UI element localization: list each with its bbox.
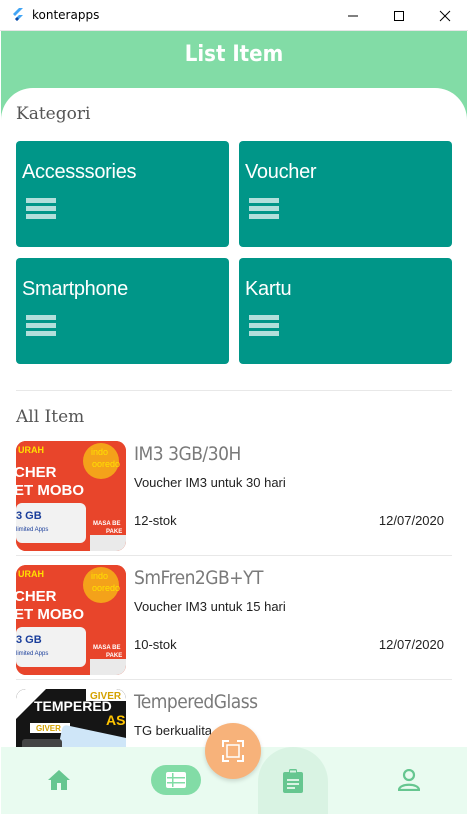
person-icon: [398, 769, 420, 791]
svg-text:limited Apps: limited Apps: [16, 527, 48, 533]
close-button[interactable]: [422, 0, 468, 31]
table-icon: [166, 772, 186, 788]
category-section-title: Kategori: [16, 104, 91, 124]
close-icon: [439, 10, 451, 21]
svg-text:ooredo: ooredo: [92, 583, 120, 593]
svg-text:indo: indo: [91, 447, 108, 457]
svg-text:MASA BE: MASA BE: [93, 521, 120, 527]
app-body: List Item Kategori Accesssories Voucher …: [1, 31, 467, 814]
window-titlebar: konterapps: [0, 0, 468, 31]
minimize-button[interactable]: [330, 0, 376, 31]
category-label: Kartu: [245, 278, 292, 300]
scan-fab-button[interactable]: [205, 723, 261, 779]
nav-list[interactable]: [151, 765, 201, 795]
nav-home[interactable]: [45, 767, 73, 793]
minimize-icon: [348, 15, 358, 16]
item-description: Voucher IM3 untuk 30 hari: [134, 475, 286, 490]
category-card-kartu[interactable]: Kartu: [239, 258, 452, 364]
svg-text:3 GB: 3 GB: [16, 634, 42, 646]
item-name: IM3 3GB/30H: [134, 443, 241, 465]
item-stock: 12-stok: [134, 513, 177, 528]
item-description: TG berkualita: [134, 723, 213, 738]
list-icon: [249, 315, 279, 339]
page-title: List Item: [184, 42, 284, 67]
svg-text:PAKE: PAKE: [106, 529, 122, 535]
window-title: konterapps: [32, 8, 100, 22]
clipboard-icon: [283, 768, 303, 793]
category-card-voucher[interactable]: Voucher: [239, 141, 452, 247]
nav-profile[interactable]: [395, 767, 423, 793]
maximize-icon: [394, 10, 404, 21]
list-icon: [26, 315, 56, 339]
svg-text:limited Apps: limited Apps: [16, 651, 48, 657]
flutter-logo-icon: [13, 8, 23, 21]
category-label: Smartphone: [22, 278, 128, 300]
product-image: URAH indo ooredo CHER ET MOBO 3 GB limit…: [16, 441, 126, 551]
svg-text:TEMPERED: TEMPERED: [34, 698, 112, 714]
scan-frame-icon: [222, 740, 244, 762]
item-date: 12/07/2020: [378, 637, 444, 652]
content-sheet[interactable]: Kategori Accesssories Voucher Smartphone…: [1, 88, 467, 799]
all-items-section-title: All Item: [16, 407, 85, 427]
list-item[interactable]: URAH indo ooredo CHER ET MOBO 3 GB limit…: [16, 565, 452, 679]
maximize-button[interactable]: [376, 0, 422, 31]
svg-text:ASS: ASS: [106, 712, 126, 728]
item-description: Voucher IM3 untuk 15 hari: [134, 599, 286, 614]
category-label: Voucher: [245, 161, 317, 183]
list-icon: [249, 198, 279, 222]
item-date: 12/07/2020: [378, 513, 444, 528]
item-name: SmFren2GB+YT: [134, 567, 263, 589]
svg-text:indo: indo: [91, 571, 108, 581]
list-icon: [26, 198, 56, 222]
svg-text:CHER: CHER: [16, 464, 57, 481]
category-label: Accesssories: [22, 161, 137, 183]
home-icon: [48, 770, 70, 790]
svg-text:ET MOBO: ET MOBO: [16, 606, 84, 623]
svg-text:URAH: URAH: [18, 445, 44, 455]
svg-text:MASA BE: MASA BE: [93, 645, 120, 651]
svg-text:3 GB: 3 GB: [16, 510, 42, 522]
divider: [16, 390, 452, 391]
svg-text:URAH: URAH: [18, 569, 44, 579]
item-stock: 10-stok: [134, 637, 177, 652]
svg-text:ooredo: ooredo: [92, 459, 120, 469]
divider: [16, 555, 452, 556]
svg-text:ET MOBO: ET MOBO: [16, 482, 84, 499]
item-name: TemperedGlass: [134, 691, 258, 713]
nav-clipboard[interactable]: [258, 747, 328, 814]
category-card-smartphone[interactable]: Smartphone: [16, 258, 229, 364]
svg-text:CHER: CHER: [16, 588, 57, 605]
divider: [16, 679, 452, 680]
category-card-accessories[interactable]: Accesssories: [16, 141, 229, 247]
list-item[interactable]: URAH indo ooredo CHER ET MOBO 3 GB limit…: [16, 441, 452, 555]
svg-text:GIVER: GIVER: [36, 724, 61, 733]
product-image: URAH indo ooredo CHER ET MOBO 3 GB limit…: [16, 565, 126, 675]
svg-text:PAKE: PAKE: [106, 653, 122, 659]
